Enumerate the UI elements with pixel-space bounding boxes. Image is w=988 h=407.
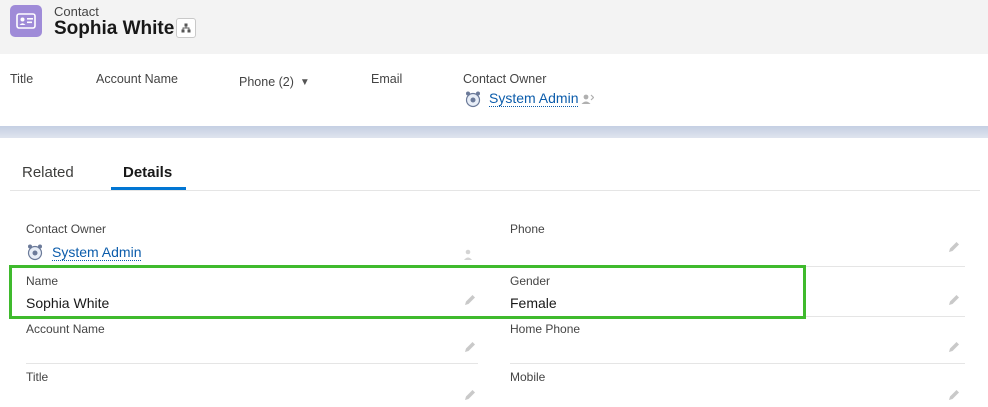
field-label-home-phone: Home Phone — [510, 322, 581, 336]
field-divider — [510, 266, 965, 267]
highlight-account-label: Account Name — [96, 72, 178, 86]
field-divider — [26, 363, 478, 364]
highlight-owner-label: Contact Owner — [463, 72, 547, 86]
hierarchy-button[interactable] — [176, 18, 196, 38]
object-type-label: Contact — [54, 4, 99, 19]
highlight-phone-dropdown[interactable]: Phone (2) ▼ — [239, 75, 310, 89]
chevron-down-icon: ▼ — [299, 77, 310, 89]
field-value-gender: Female — [510, 295, 557, 311]
field-value-name: Sophia White — [26, 295, 110, 311]
tab-related[interactable]: Related — [22, 164, 74, 181]
field-value-contact-owner[interactable]: System Admin — [52, 244, 142, 261]
edit-home-phone-pencil-icon[interactable] — [947, 340, 961, 354]
header-separator-band — [0, 126, 988, 138]
edit-name-pencil-icon[interactable] — [463, 293, 477, 307]
field-divider — [26, 316, 478, 317]
contact-card-icon — [10, 5, 42, 37]
record-title: Sophia White — [54, 18, 175, 39]
highlight-annotation-box — [9, 265, 806, 319]
field-label-gender: Gender — [510, 274, 551, 288]
highlights-panel: Title Account Name Phone (2) ▼ Email Cont… — [0, 54, 988, 126]
edit-title-pencil-icon[interactable] — [463, 388, 477, 402]
edit-gender-pencil-icon[interactable] — [947, 293, 961, 307]
edit-account-name-pencil-icon[interactable] — [463, 340, 477, 354]
tab-bar: Related Details — [0, 138, 988, 192]
tab-details[interactable]: Details — [123, 164, 172, 181]
edit-phone-pencil-icon[interactable] — [947, 240, 961, 254]
edit-mobile-pencil-icon[interactable] — [947, 388, 961, 402]
field-divider — [26, 266, 478, 267]
field-label-name: Name — [26, 274, 59, 288]
highlight-phone-label: Phone (2) — [239, 75, 294, 89]
highlight-title-label: Title — [10, 72, 34, 86]
highlight-email-label: Email — [371, 72, 403, 86]
field-label-account-name: Account Name — [26, 322, 105, 336]
field-label-contact-owner: Contact Owner — [26, 222, 107, 236]
field-divider — [510, 316, 965, 317]
change-owner-icon[interactable] — [581, 93, 594, 105]
hierarchy-icon — [181, 23, 191, 33]
field-label-title: Title — [26, 370, 49, 384]
owner-avatar-icon — [465, 91, 481, 108]
change-owner-icon[interactable] — [463, 247, 477, 261]
field-label-phone: Phone — [510, 222, 545, 236]
field-label-mobile: Mobile — [510, 370, 546, 384]
highlight-owner-link[interactable]: System Admin — [489, 90, 579, 107]
record-header: Contact Sophia White — [0, 0, 988, 54]
field-divider — [510, 363, 965, 364]
tab-divider — [10, 190, 980, 191]
contact-owner-avatar-icon — [27, 244, 43, 261]
